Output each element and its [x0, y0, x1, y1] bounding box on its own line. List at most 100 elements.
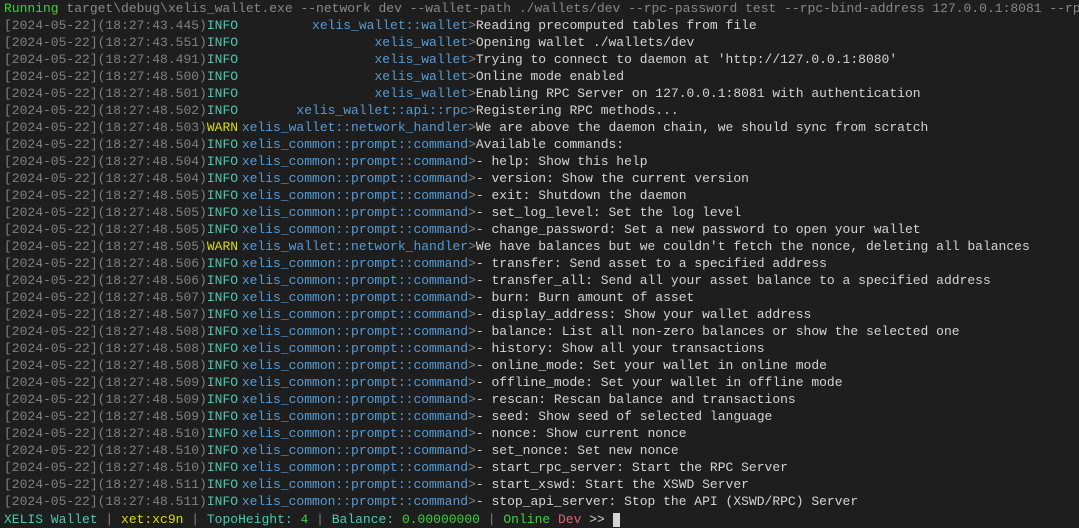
- separator: |: [308, 512, 331, 527]
- log-level: INFO: [207, 204, 238, 221]
- log-message: Opening wallet ./wallets/dev: [476, 34, 694, 51]
- log-module: xelis_common::prompt::command: [238, 136, 468, 153]
- log-time: (18:27:48.505): [98, 221, 207, 238]
- log-level: INFO: [207, 493, 238, 510]
- log-date: [2024-05-22]: [4, 493, 98, 510]
- prompt-arrow: >>: [589, 512, 605, 527]
- log-message: Available commands:: [476, 136, 624, 153]
- log-time: (18:27:48.508): [98, 357, 207, 374]
- log-module: xelis_common::prompt::command: [238, 408, 468, 425]
- log-module: xelis_common::prompt::command: [238, 374, 468, 391]
- log-level: INFO: [207, 391, 238, 408]
- log-time: (18:27:48.491): [98, 51, 207, 68]
- terminal-output[interactable]: Running target\debug\xelis_wallet.exe --…: [0, 0, 1079, 528]
- log-line: [2024-05-22] (18:27:48.500) INFO xelis_w…: [4, 68, 1075, 85]
- log-time: (18:27:43.445): [98, 17, 207, 34]
- log-date: [2024-05-22]: [4, 85, 98, 102]
- log-level: INFO: [207, 323, 238, 340]
- arrow-icon: >: [468, 102, 476, 119]
- log-message: - set_log_level: Set the log level: [476, 204, 741, 221]
- log-level: INFO: [207, 476, 238, 493]
- log-level: INFO: [207, 51, 238, 68]
- log-module: xelis_wallet: [238, 34, 468, 51]
- log-level: INFO: [207, 272, 238, 289]
- log-module: xelis_common::prompt::command: [238, 442, 468, 459]
- log-message: We are above the daemon chain, we should…: [476, 119, 928, 136]
- log-module: xelis_common::prompt::command: [238, 425, 468, 442]
- log-line: [2024-05-22] (18:27:43.551) INFO xelis_w…: [4, 34, 1075, 51]
- log-module: xelis_wallet::network_handler: [238, 119, 468, 136]
- arrow-icon: >: [468, 493, 476, 510]
- balance-label: Balance:: [332, 512, 394, 527]
- log-date: [2024-05-22]: [4, 408, 98, 425]
- log-time: (18:27:48.509): [98, 391, 207, 408]
- log-module: xelis_wallet: [238, 68, 468, 85]
- command-text: target\debug\xelis_wallet.exe --network …: [59, 1, 1079, 16]
- log-line: [2024-05-22] (18:27:48.504) INFO xelis_c…: [4, 153, 1075, 170]
- log-time: (18:27:48.508): [98, 323, 207, 340]
- log-level: INFO: [207, 306, 238, 323]
- log-line: [2024-05-22] (18:27:48.508) INFO xelis_c…: [4, 357, 1075, 374]
- log-line: [2024-05-22] (18:27:48.505) INFO xelis_c…: [4, 187, 1075, 204]
- log-line: [2024-05-22] (18:27:48.508) INFO xelis_c…: [4, 323, 1075, 340]
- log-date: [2024-05-22]: [4, 187, 98, 204]
- log-level: INFO: [207, 187, 238, 204]
- log-time: (18:27:48.503): [98, 119, 207, 136]
- log-time: (18:27:48.511): [98, 476, 207, 493]
- log-date: [2024-05-22]: [4, 119, 98, 136]
- log-date: [2024-05-22]: [4, 357, 98, 374]
- log-message: Reading precomputed tables from file: [476, 17, 757, 34]
- log-level: INFO: [207, 340, 238, 357]
- log-level: WARN: [207, 119, 238, 136]
- log-date: [2024-05-22]: [4, 459, 98, 476]
- log-module: xelis_common::prompt::command: [238, 153, 468, 170]
- top-command-line: Running target\debug\xelis_wallet.exe --…: [4, 0, 1075, 17]
- log-date: [2024-05-22]: [4, 289, 98, 306]
- log-date: [2024-05-22]: [4, 102, 98, 119]
- arrow-icon: >: [468, 323, 476, 340]
- log-message: - transfer: Send asset to a specified ad…: [476, 255, 827, 272]
- log-time: (18:27:48.510): [98, 459, 207, 476]
- log-message: - offline_mode: Set your wallet in offli…: [476, 374, 843, 391]
- log-time: (18:27:48.505): [98, 238, 207, 255]
- log-line: [2024-05-22] (18:27:48.505) WARN xelis_w…: [4, 238, 1075, 255]
- log-line: [2024-05-22] (18:27:48.509) INFO xelis_c…: [4, 391, 1075, 408]
- log-module: xelis_wallet: [238, 51, 468, 68]
- arrow-icon: >: [468, 17, 476, 34]
- log-message: - burn: Burn amount of asset: [476, 289, 694, 306]
- log-line: [2024-05-22] (18:27:48.502) INFO xelis_w…: [4, 102, 1075, 119]
- log-date: [2024-05-22]: [4, 238, 98, 255]
- arrow-icon: >: [468, 119, 476, 136]
- log-time: (18:27:48.506): [98, 272, 207, 289]
- log-line: [2024-05-22] (18:27:48.491) INFO xelis_w…: [4, 51, 1075, 68]
- log-date: [2024-05-22]: [4, 374, 98, 391]
- log-lines-container: [2024-05-22] (18:27:43.445) INFO xelis_w…: [4, 17, 1075, 510]
- arrow-icon: >: [468, 170, 476, 187]
- log-line: [2024-05-22] (18:27:48.508) INFO xelis_c…: [4, 340, 1075, 357]
- log-message: Online mode enabled: [476, 68, 624, 85]
- log-line: [2024-05-22] (18:27:48.505) INFO xelis_c…: [4, 221, 1075, 238]
- arrow-icon: >: [468, 374, 476, 391]
- cursor-icon[interactable]: [613, 513, 620, 527]
- log-line: [2024-05-22] (18:27:48.511) INFO xelis_c…: [4, 476, 1075, 493]
- log-message: - start_xswd: Start the XSWD Server: [476, 476, 749, 493]
- log-line: [2024-05-22] (18:27:48.506) INFO xelis_c…: [4, 255, 1075, 272]
- log-message: We have balances but we couldn't fetch t…: [476, 238, 1030, 255]
- log-message: - display_address: Show your wallet addr…: [476, 306, 811, 323]
- log-line: [2024-05-22] (18:27:48.510) INFO xelis_c…: [4, 442, 1075, 459]
- log-module: xelis_common::prompt::command: [238, 170, 468, 187]
- log-module: xelis_wallet::api::rpc: [238, 102, 468, 119]
- log-line: [2024-05-22] (18:27:48.507) INFO xelis_c…: [4, 306, 1075, 323]
- log-level: INFO: [207, 170, 238, 187]
- running-label: Running: [4, 1, 59, 16]
- log-level: INFO: [207, 68, 238, 85]
- log-time: (18:27:48.506): [98, 255, 207, 272]
- log-level: INFO: [207, 459, 238, 476]
- log-line: [2024-05-22] (18:27:48.506) INFO xelis_c…: [4, 272, 1075, 289]
- log-date: [2024-05-22]: [4, 153, 98, 170]
- arrow-icon: >: [468, 255, 476, 272]
- log-message: - version: Show the current version: [476, 170, 749, 187]
- log-date: [2024-05-22]: [4, 34, 98, 51]
- arrow-icon: >: [468, 391, 476, 408]
- separator: |: [480, 512, 503, 527]
